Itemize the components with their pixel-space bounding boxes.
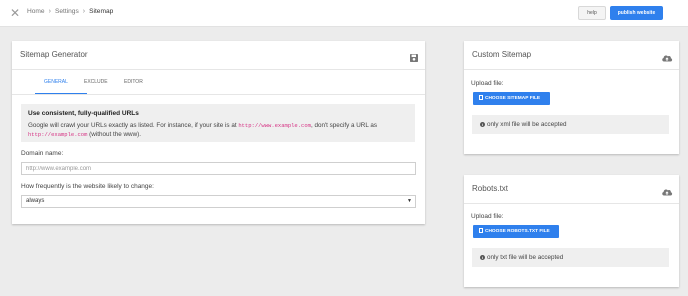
button-label: CHOOSE ROBOTS.TXT FILE — [485, 229, 550, 234]
dropdown-arrow-icon: ▼ — [407, 198, 412, 204]
frequency-select[interactable]: always ▼ — [21, 195, 416, 208]
choose-robots-txt-file-button[interactable]: CHOOSE ROBOTS.TXT FILE — [473, 225, 559, 238]
tab-general[interactable]: GENERAL — [44, 79, 68, 85]
breadcrumb-home[interactable]: Home — [27, 8, 45, 15]
breadcrumb: Home › Settings › Sitemap — [27, 8, 113, 15]
tab-editor[interactable]: EDITOR — [124, 79, 143, 85]
notice-box: Use consistent, fully-qualified URLs Goo… — [21, 104, 415, 142]
save-icon[interactable] — [409, 50, 419, 62]
chevron-right-icon: › — [82, 8, 86, 15]
cloud-upload-icon[interactable] — [661, 184, 673, 196]
card-header: Custom Sitemap — [464, 41, 679, 70]
sitemap-generator-card: Sitemap Generator GENERAL EXCLUDE EDITOR… — [12, 41, 425, 224]
domain-label: Domain name: — [21, 150, 64, 157]
top-bar: ✕ Home › Settings › Sitemap help publish web… — [0, 0, 688, 27]
example-url-bare: http://example.com — [28, 131, 88, 138]
frequency-selected-value: always — [26, 198, 45, 204]
card-header: Robots.txt — [464, 175, 679, 204]
card-title: Custom Sitemap — [472, 50, 532, 59]
tab-exclude[interactable]: EXCLUDE — [84, 79, 108, 85]
upload-label: Upload file: — [471, 80, 504, 87]
card-title: Robots.txt — [472, 184, 509, 193]
example-url-www: http://www.example.com — [238, 122, 311, 129]
choose-sitemap-file-button[interactable]: CHOOSE SITEMAP FILE — [473, 92, 550, 105]
info-text: only txt file will be accepted — [487, 254, 564, 261]
breadcrumb-settings[interactable]: Settings — [55, 8, 79, 15]
frequency-label: How frequently is the website likely to … — [21, 183, 154, 190]
info-text: only xml file will be accepted — [487, 121, 567, 128]
card-header: Sitemap Generator — [12, 41, 425, 70]
tab-bar: GENERAL EXCLUDE EDITOR — [12, 71, 425, 95]
card-title: Sitemap Generator — [20, 50, 88, 59]
notice-text: Google will crawl your URLs exactly as l… — [28, 122, 239, 129]
info-box: i only txt file will be accepted — [472, 248, 669, 267]
info-box: i only xml file will be accepted — [472, 115, 669, 134]
file-icon — [479, 228, 483, 233]
info-icon: i — [480, 255, 485, 260]
file-icon — [479, 95, 483, 100]
breadcrumb-current: Sitemap — [89, 8, 114, 15]
robots-txt-card: Robots.txt Upload file: CHOOSE ROBOTS.TX… — [464, 175, 679, 287]
domain-input[interactable] — [21, 162, 416, 175]
publish-website-button[interactable]: publish website — [610, 6, 663, 20]
custom-sitemap-card: Custom Sitemap Upload file: CHOOSE SITEM… — [464, 41, 679, 154]
notice-text: , don't specify a URL as — [310, 122, 378, 129]
notice-body: Google will crawl your URLs exactly as l… — [28, 121, 413, 139]
upload-label: Upload file: — [471, 213, 504, 220]
active-tab-indicator — [35, 93, 87, 94]
chevron-right-icon: › — [48, 8, 51, 15]
notice-title: Use consistent, fully-qualified URLs — [28, 110, 139, 117]
close-icon[interactable]: ✕ — [9, 6, 21, 20]
help-button[interactable]: help — [578, 6, 606, 20]
button-label: CHOOSE SITEMAP FILE — [485, 96, 541, 101]
notice-text: (without the www). — [87, 131, 141, 138]
info-icon: i — [480, 122, 485, 127]
cloud-upload-icon[interactable] — [661, 50, 673, 62]
